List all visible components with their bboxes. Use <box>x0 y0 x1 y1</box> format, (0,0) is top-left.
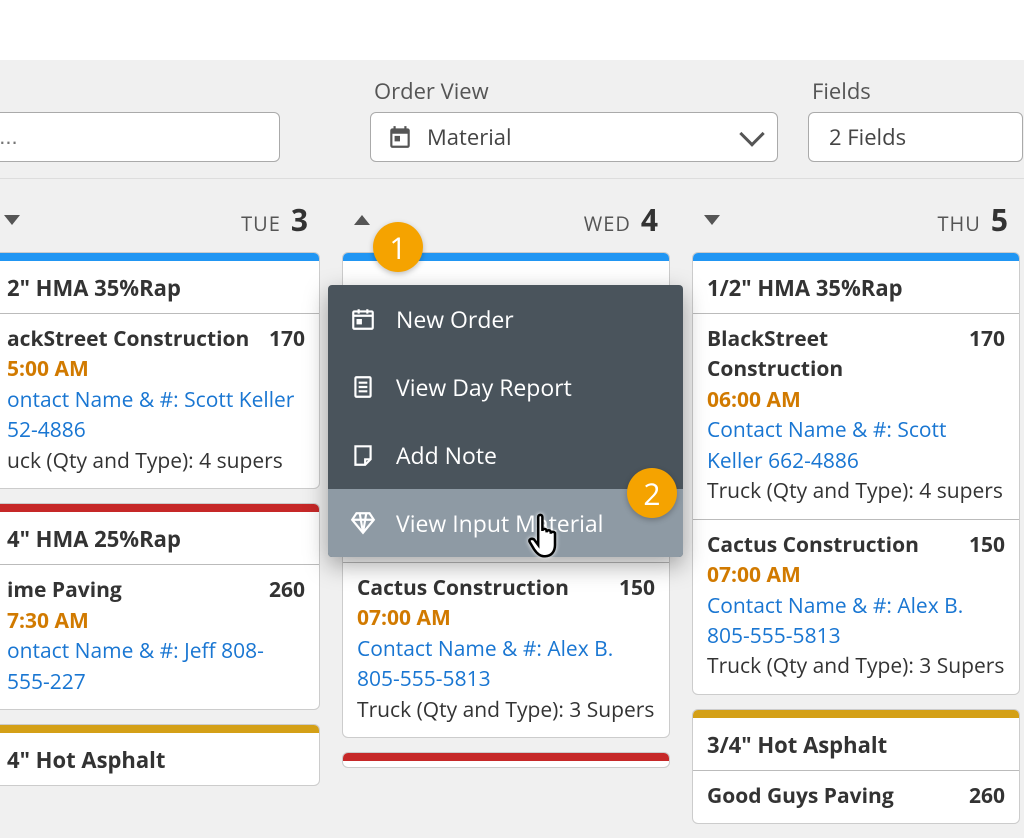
menu-view-day-report[interactable]: View Day Report <box>328 353 683 421</box>
menu-new-order[interactable]: New Order <box>328 285 683 353</box>
card-title: 4" HMA 25%Rap <box>0 512 319 564</box>
orderview-value: Material <box>427 122 512 152</box>
menu-add-note[interactable]: Add Note <box>328 421 683 489</box>
card-thu-hotasphalt[interactable]: 3/4" Hot Asphalt Good Guys Paving 260 <box>692 709 1020 824</box>
menu-item-label: View Input Material <box>396 507 603 539</box>
document-lines-icon <box>350 374 376 400</box>
caret-down-icon <box>704 215 720 225</box>
card-tue-hotasphalt[interactable]: 4" Hot Asphalt <box>0 724 320 786</box>
contact-link[interactable]: Contact Name & #: Scott Keller 662-4886 <box>707 415 1005 476</box>
calendar-today-icon <box>387 124 413 150</box>
caret-down-icon <box>4 215 20 225</box>
dow-thu: THU <box>938 210 981 237</box>
order-entry: ackStreet Construction 170 5:00 AM ontac… <box>0 314 319 488</box>
contact-link[interactable]: ontact Name & #: Scott Keller 52-4886 <box>7 385 305 446</box>
order-entry: Cactus Construction 150 07:00 AM Contact… <box>343 563 669 737</box>
dow-tue: TUE <box>241 210 281 237</box>
step-badge-2: 2 <box>627 468 677 518</box>
day-header-tue[interactable]: TUE 3 <box>0 187 324 252</box>
note-icon <box>350 442 376 468</box>
card-title: 3/4" Hot Asphalt <box>693 718 1019 770</box>
order-entry: ime Paving 260 7:30 AM ontact Name & #: … <box>0 565 319 709</box>
step-badge-1: 1 <box>373 222 423 272</box>
card-tue-hma25[interactable]: 4" HMA 25%Rap ime Paving 260 7:30 AM ont… <box>0 503 320 710</box>
daynum-wed: 4 <box>641 199 658 240</box>
fields-select[interactable]: 2 Fields <box>808 112 1023 162</box>
card-tue-hma35[interactable]: 2" HMA 35%Rap ackStreet Construction 170… <box>0 252 320 489</box>
fields-label: Fields <box>812 76 1023 106</box>
order-entry: Cactus Construction 150 07:00 AM Contact… <box>693 520 1019 694</box>
column-thu: THU 5 1/2" HMA 35%Rap BlackStreet Constr… <box>684 187 1024 838</box>
menu-item-label: View Day Report <box>396 371 572 403</box>
day-header-thu[interactable]: THU 5 <box>688 187 1024 252</box>
caret-up-icon <box>354 215 370 225</box>
fields-value: 2 Fields <box>829 122 906 152</box>
card-title: 1/2" HMA 35%Rap <box>693 261 1019 313</box>
card-wed-next[interactable] <box>342 752 670 768</box>
daynum-tue: 3 <box>291 199 308 240</box>
contact-link[interactable]: ontact Name & #: Jeff 808-555-227 <box>7 636 305 697</box>
top-white-bar <box>0 0 1024 60</box>
card-thu-hma35[interactable]: 1/2" HMA 35%Rap BlackStreet Construction… <box>692 252 1020 695</box>
menu-item-label: Add Note <box>396 439 497 471</box>
card-title: 2" HMA 35%Rap <box>0 261 319 313</box>
orderview-select[interactable]: Material <box>370 112 778 162</box>
calendar-today-icon <box>350 306 376 332</box>
column-tue: TUE 3 2" HMA 35%Rap ackStreet Constructi… <box>0 187 328 838</box>
filter-bar: Order View Material Fields 2 Fields <box>0 60 1024 179</box>
dow-wed: WED <box>584 210 631 237</box>
card-title: 4" Hot Asphalt <box>0 733 319 785</box>
orderview-label: Order View <box>374 76 778 106</box>
order-entry: BlackStreet Construction 170 06:00 AM Co… <box>693 314 1019 519</box>
menu-item-label: New Order <box>396 303 514 335</box>
day-context-menu: New Order View Day Report Add Note View … <box>328 285 683 557</box>
diamond-icon <box>350 510 376 536</box>
daynum-thu: 5 <box>991 199 1008 240</box>
order-entry: Good Guys Paving 260 <box>693 771 1019 823</box>
contact-link[interactable]: Contact Name & #: Alex B. 805-555-5813 <box>357 634 655 695</box>
search-input[interactable] <box>0 112 280 162</box>
chevron-down-icon <box>739 121 764 146</box>
contact-link[interactable]: Contact Name & #: Alex B. 805-555-5813 <box>707 591 1005 652</box>
